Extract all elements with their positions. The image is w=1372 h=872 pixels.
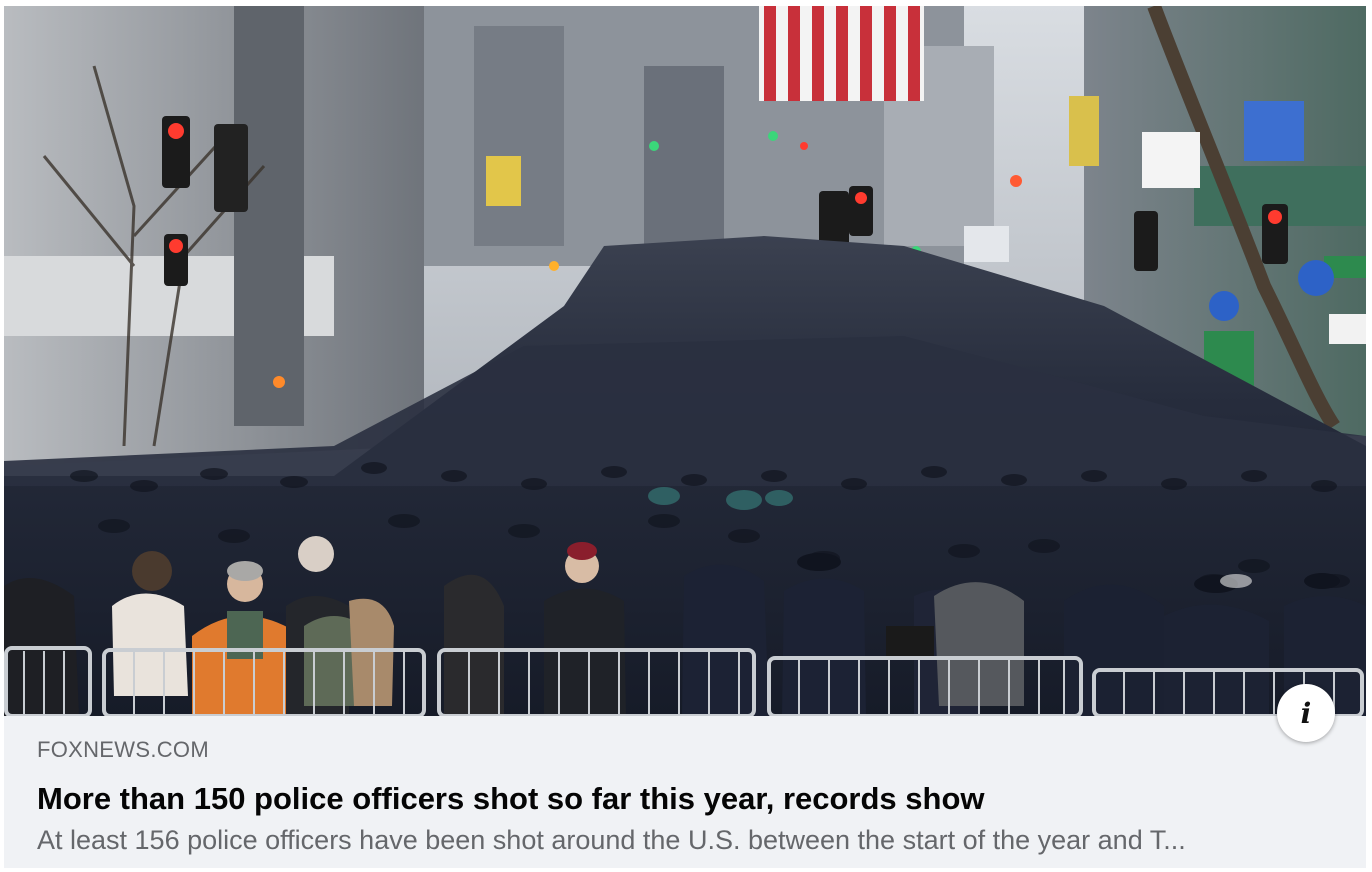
- info-button[interactable]: i: [1277, 684, 1335, 742]
- link-description: At least 156 police officers have been s…: [37, 825, 1186, 855]
- link-preview-meta[interactable]: FOXNEWS.COM More than 150 police officer…: [37, 736, 1326, 858]
- link-preview-card[interactable]: i FOXNEWS.COM More than 150 police offic…: [4, 6, 1366, 868]
- link-headline[interactable]: More than 150 police officers shot so fa…: [37, 780, 1326, 818]
- info-icon: i: [1300, 696, 1312, 730]
- link-source-domain: FOXNEWS.COM: [37, 737, 209, 762]
- link-preview-image[interactable]: [4, 6, 1366, 716]
- police-crowd-photo: [4, 6, 1366, 716]
